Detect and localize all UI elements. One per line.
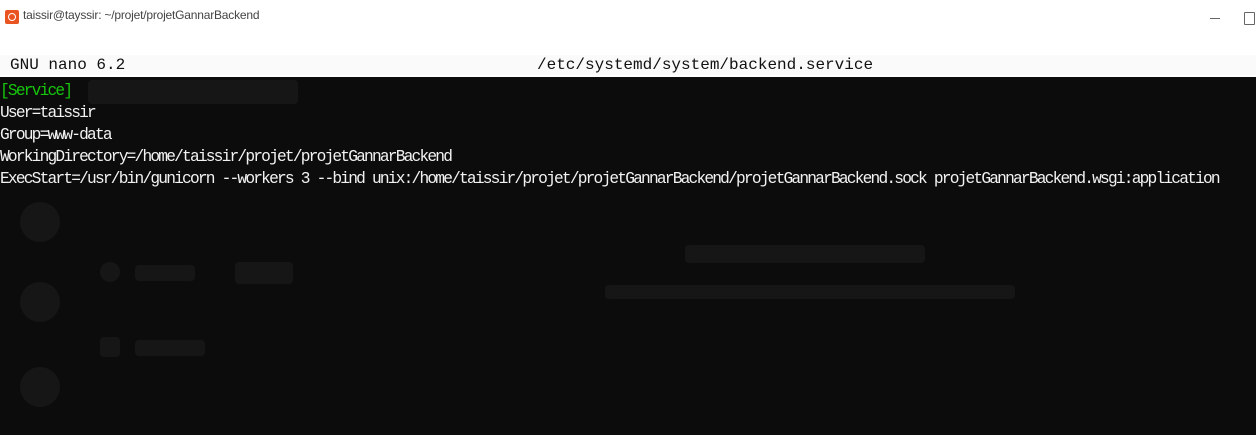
ghost-badge (235, 262, 293, 284)
ghost-icon (100, 337, 120, 357)
ghost-avatar (20, 367, 60, 407)
minimize-icon[interactable] (1204, 9, 1226, 27)
maximize-icon[interactable] (1240, 10, 1256, 26)
editor-line: WorkingDirectory=/home/taissir/projet/pr… (0, 148, 453, 166)
file-path: /etc/systemd/system/backend.service (537, 56, 874, 74)
nano-header-bar: GNU nano 6.2 /etc/systemd/system/backend… (0, 55, 1256, 75)
editor-content[interactable]: [Service] User=taissir Group=www-data Worki… (0, 80, 1221, 190)
ghost-bar (135, 340, 205, 356)
nano-version: GNU nano 6.2 (10, 56, 126, 74)
title-bar[interactable]: taissir@tayssir: ~/projet/projetGannarBa… (0, 0, 1256, 34)
window-title: taissir@tayssir: ~/projet/projetGannarBa… (23, 8, 260, 22)
editor-line: ExecStart=/usr/bin/gunicorn --workers 3 … (0, 170, 1221, 188)
editor-line: User=taissir (0, 104, 97, 122)
ghost-avatar (20, 202, 60, 242)
terminal-window: taissir@tayssir: ~/projet/projetGannarBa… (0, 0, 1256, 435)
editor-line: [Service] (0, 82, 73, 100)
editor-line: Group=www-data (0, 126, 113, 144)
ghost-avatar (20, 282, 60, 322)
ghost-bar (605, 285, 1015, 299)
ghost-bar (135, 265, 195, 281)
terminal-area[interactable]: [Service] User=taissir Group=www-data Worki… (0, 77, 1256, 435)
ghost-bar (685, 245, 925, 263)
ubuntu-terminal-icon (5, 10, 19, 24)
ghost-icon (100, 262, 120, 282)
